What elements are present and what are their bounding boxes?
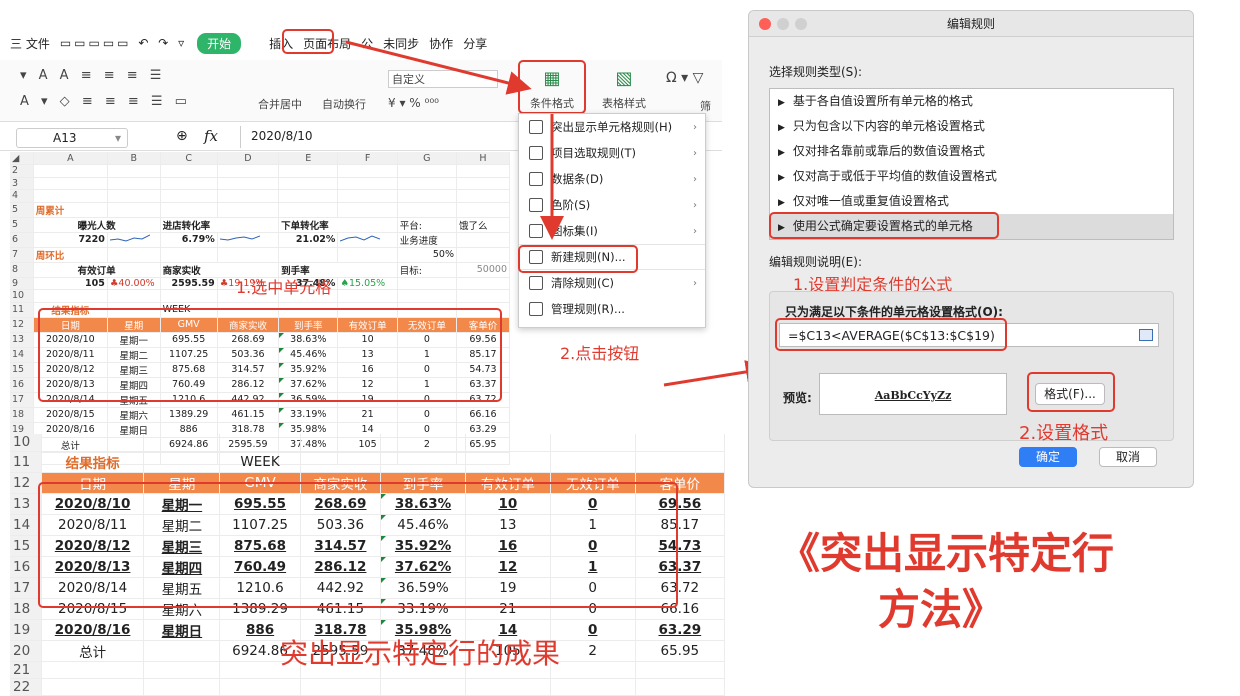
rule-type-item[interactable]: ▶ 仅对唯一值或重复值设置格式 [770, 189, 1173, 214]
preview-box: AaBbCcYyZz [819, 373, 1007, 415]
method-title-line2: 方法》 [878, 585, 1005, 634]
method-title-line1: 《突出显示特定行 [778, 529, 1115, 578]
rule-type-item[interactable]: ▶ 仅对排名靠前或靠后的数值设置格式 [770, 139, 1173, 164]
result-label: 结果指标 [41, 451, 145, 473]
range-picker-icon[interactable] [1139, 329, 1153, 341]
highlight-formula [775, 318, 1007, 351]
zoom-window-icon[interactable] [795, 18, 807, 30]
annotation-set-format: 2.设置格式 [1019, 423, 1109, 444]
annotation-result: 突出显示特定行的成果 [280, 637, 561, 670]
select-type-label: 选择规则类型(S): [769, 65, 863, 79]
window-controls[interactable] [759, 18, 813, 32]
cancel-button[interactable]: 取消 [1099, 447, 1157, 467]
minimize-icon[interactable] [777, 18, 789, 30]
highlight-format-button [1027, 372, 1115, 412]
edit-rule-dialog: 编辑规则 选择规则类型(S): ▶ 基于各自值设置所有单元格的格式 ▶ 只为包含以下… [748, 10, 1194, 488]
arrow-to-cond-format [345, 40, 532, 95]
rule-type-item[interactable]: ▶ 基于各自值设置所有单元格的格式 [770, 89, 1173, 114]
edit-desc-label: 编辑规则说明(E): [769, 255, 862, 269]
arrow-to-dialog [663, 360, 770, 387]
highlight-formula-type [769, 212, 999, 239]
dialog-titlebar: 编辑规则 [749, 11, 1193, 37]
ok-button[interactable]: 确定 [1019, 447, 1077, 467]
rule-type-item[interactable]: ▶ 只为包含以下内容的单元格设置格式 [770, 114, 1173, 139]
preview-text: AaBbCcYyZz [874, 389, 952, 402]
close-icon[interactable] [759, 18, 771, 30]
preview-label: 预览: [783, 391, 812, 405]
highlight-result-rows [38, 482, 678, 608]
dialog-title: 编辑规则 [946, 17, 995, 31]
week-header: WEEK [219, 451, 301, 473]
rule-type-item[interactable]: ▶ 仅对高于或低于平均值的数值设置格式 [770, 164, 1173, 189]
